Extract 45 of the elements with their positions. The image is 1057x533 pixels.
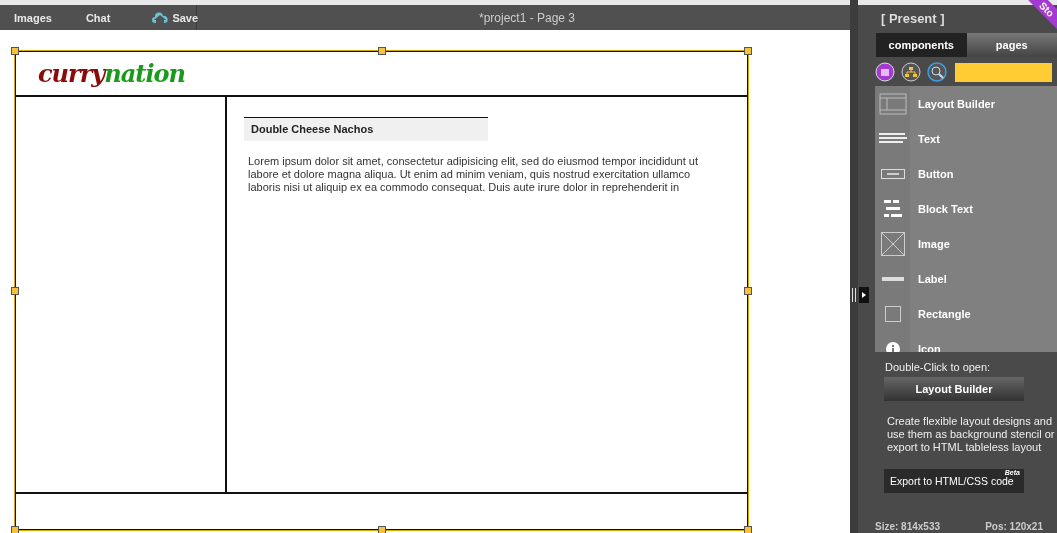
component-item[interactable]: Button <box>918 167 954 180</box>
component-item[interactable]: Label <box>918 272 947 285</box>
component-item[interactable]: Text <box>918 132 940 145</box>
toolbar-button[interactable]: Images <box>6 5 60 30</box>
component-item[interactable]: Block Text <box>918 202 973 215</box>
resize-handle[interactable] <box>377 526 386 533</box>
text-lines-icon <box>878 131 907 146</box>
zoom-icon[interactable] <box>927 62 947 82</box>
body-paragraph: Lorem ipsum dolor sit amet, consectetur adipisicing elit, sed do eiusmod tempor incididunt ut labore et dolore magna aliqua. Ut enim ad minim veniam, quis nostrud exercitation ullamco laboris nisi ut aliquip ex ea commodo consequat. Duis aute irure dolor in reprehenderit in <box>248 155 699 194</box>
open-button[interactable]: Layout Builder <box>884 377 1024 401</box>
toolbar-button[interactable]: Save <box>144 5 207 30</box>
toolbar-button[interactable]: Chat <box>77 5 119 30</box>
search-field[interactable] <box>955 62 1052 82</box>
panel-tab[interactable]: pages <box>966 33 1057 57</box>
rectangle-icon <box>884 305 901 322</box>
content-heading: Double Cheese Nachos <box>244 117 488 141</box>
panel-tab[interactable]: components <box>876 33 967 57</box>
resize-handle[interactable] <box>744 286 752 295</box>
size-readout: Size: 814x533 <box>875 521 941 532</box>
resize-handle[interactable] <box>744 47 752 55</box>
component-item[interactable]: Image <box>918 237 950 250</box>
component-item[interactable]: Layout Builder <box>918 97 995 110</box>
selection-frame[interactable] <box>14 50 749 531</box>
resize-handle[interactable] <box>11 286 19 295</box>
block-text-icon <box>883 199 902 218</box>
description-text: Create flexible layout designs and use them as background stencil or export to HTML tableless layout <box>887 415 1056 454</box>
hint-text: Double-Click to open: <box>885 361 992 373</box>
resize-handle[interactable] <box>11 526 19 533</box>
cloud-upload-icon <box>152 11 169 24</box>
panel-title: [ Present ] <box>881 11 945 26</box>
resize-handle[interactable] <box>377 47 386 55</box>
panel-toggle-icon[interactable] <box>852 287 869 303</box>
label-icon <box>881 275 904 282</box>
component-item[interactable]: Icon <box>918 342 941 352</box>
layout-icon <box>878 92 907 115</box>
package-icon[interactable] <box>875 62 895 82</box>
button-icon <box>880 168 905 179</box>
hierarchy-icon[interactable] <box>901 62 921 82</box>
image-placeholder-icon <box>880 231 905 256</box>
resize-handle[interactable] <box>744 526 752 533</box>
resize-handle[interactable] <box>11 47 19 55</box>
component-item[interactable]: Rectangle <box>918 307 971 320</box>
document-title: *project1 - Page 3 <box>477 9 577 27</box>
logo: currynation <box>38 59 185 88</box>
position-readout: Pos: 120x21 <box>985 521 1043 532</box>
